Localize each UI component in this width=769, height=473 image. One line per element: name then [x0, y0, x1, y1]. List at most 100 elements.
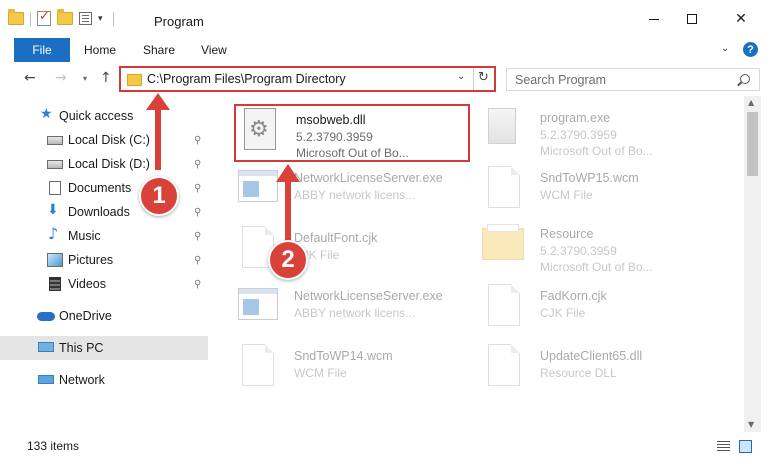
- file-name: Resource: [540, 227, 594, 241]
- file-name: msobweb.dll: [296, 113, 366, 127]
- file-item-updateclient65-dll[interactable]: UpdateClient65.dll Resource DLL: [480, 342, 720, 398]
- large-icons-view-icon[interactable]: [739, 440, 752, 453]
- network-icon: [38, 375, 54, 384]
- sidebar-item-label: Music: [68, 229, 101, 243]
- search-icon[interactable]: [740, 74, 750, 84]
- document-icon: [488, 344, 520, 386]
- sidebar-item-local-disk-d[interactable]: Local Disk (D:) ⚲: [0, 152, 208, 176]
- sidebar-item-label: Documents: [68, 181, 132, 195]
- address-path[interactable]: C:\Program Files\Program Directory: [147, 72, 346, 86]
- folder-icon: [127, 74, 142, 86]
- address-bar[interactable]: C:\Program Files\Program Directory ⌄ ↻: [119, 66, 496, 92]
- navigation-bar: ← → ▾ ↑ C:\Program Files\Program Directo…: [0, 62, 769, 96]
- recent-locations-dropdown[interactable]: ▾: [83, 74, 87, 83]
- file-item-msobweb-dll[interactable]: msobweb.dll 5.2.3790.3959 Microsoft Out …: [234, 104, 470, 162]
- file-name: DefaultFont.cjk: [294, 231, 378, 245]
- file-item-sndtowp14-wcm[interactable]: SndToWP14.wcm WCM File: [234, 342, 474, 398]
- file-description: Microsoft Out of Bo...: [296, 146, 409, 160]
- videos-icon: [49, 277, 61, 291]
- file-item-resource[interactable]: Resource 5.2.3790.3959 Microsoft Out of …: [480, 220, 720, 276]
- address-dropdown-icon[interactable]: ⌄: [457, 71, 465, 82]
- pin-icon[interactable]: ⚲: [194, 255, 201, 266]
- scroll-down-icon[interactable]: ▼: [748, 420, 754, 429]
- close-button[interactable]: ✕: [718, 0, 764, 38]
- address-divider: [473, 68, 474, 90]
- properties-check-icon[interactable]: [37, 9, 51, 26]
- new-folder-icon[interactable]: [57, 9, 73, 25]
- file-name: NetworkLicenseServer.exe: [294, 171, 443, 185]
- disk-icon: [47, 136, 63, 145]
- file-type: WCM File: [540, 188, 593, 202]
- sidebar-item-label: Pictures: [68, 253, 114, 267]
- file-name: NetworkLicenseServer.exe: [294, 289, 443, 303]
- file-name: program.exe: [540, 111, 611, 125]
- file-type: WCM File: [294, 366, 347, 380]
- sidebar-item-onedrive[interactable]: OneDrive: [0, 304, 208, 328]
- sidebar-item-videos[interactable]: Videos ⚲: [0, 272, 208, 296]
- pin-icon[interactable]: ⚲: [194, 183, 201, 194]
- up-button[interactable]: ↑: [100, 70, 112, 86]
- pin-icon[interactable]: ⚲: [194, 159, 201, 170]
- dll-file-icon: [244, 108, 276, 150]
- help-icon[interactable]: ?: [743, 42, 758, 57]
- file-item-program-exe[interactable]: program.exe 5.2.3790.3959 Microsoft Out …: [480, 104, 720, 160]
- star-icon: [40, 106, 56, 123]
- program-icon: [488, 108, 516, 144]
- ribbon: File Home Share View ⌄ ?: [0, 38, 769, 62]
- file-item-networklicenseserver-exe-2[interactable]: NetworkLicenseServer.exe ABBY network li…: [234, 282, 474, 338]
- sidebar-item-this-pc[interactable]: This PC: [0, 336, 208, 360]
- vertical-scrollbar[interactable]: ▲ ▼: [744, 96, 761, 432]
- file-item-sndtowp15-wcm[interactable]: SndToWP15.wcm WCM File: [480, 164, 720, 220]
- sidebar-item-label: Downloads: [68, 205, 130, 219]
- toolbar-divider: [112, 11, 114, 26]
- customize-toolbar-dropdown-icon[interactable]: ▾: [98, 14, 103, 24]
- file-version: 5.2.3790.3959: [540, 128, 617, 142]
- document-icon: [242, 344, 274, 386]
- file-version: 5.2.3790.3959: [296, 130, 373, 144]
- item-count: 133 items: [27, 439, 80, 453]
- step-1-callout: 1: [139, 176, 179, 216]
- pin-icon[interactable]: ⚲: [194, 135, 201, 146]
- search-input[interactable]: Search Program: [515, 73, 606, 87]
- sidebar-item-network[interactable]: Network: [0, 368, 208, 392]
- music-icon: [47, 224, 63, 243]
- title-bar: ▾ Program ✕: [0, 0, 769, 38]
- refresh-button[interactable]: ↻: [478, 70, 489, 85]
- sidebar-item-pictures[interactable]: Pictures ⚲: [0, 248, 208, 272]
- expand-ribbon-icon[interactable]: ⌄: [721, 43, 729, 54]
- file-item-networklicenseserver-exe[interactable]: NetworkLicenseServer.exe ABBY network li…: [234, 164, 474, 220]
- pin-icon[interactable]: ⚲: [194, 231, 201, 242]
- sidebar-item-label: Network: [59, 373, 105, 387]
- sidebar-item-label: Local Disk (D:): [68, 157, 150, 171]
- tab-view[interactable]: View: [201, 43, 227, 57]
- file-type: Resource DLL: [540, 366, 617, 380]
- maximize-button[interactable]: [669, 0, 715, 38]
- search-box[interactable]: Search Program: [506, 68, 760, 91]
- back-button[interactable]: ←: [24, 70, 36, 86]
- sidebar-item-music[interactable]: Music ⚲: [0, 224, 208, 248]
- scrollbar-thumb[interactable]: [747, 112, 758, 176]
- exe-icon: [238, 170, 278, 202]
- folder-icon: [482, 224, 524, 260]
- tab-file[interactable]: File: [14, 38, 70, 62]
- file-item-fadkorn-cjk[interactable]: FadKorn.cjk CJK File: [480, 282, 720, 338]
- pin-icon[interactable]: ⚲: [194, 279, 201, 290]
- disk-icon: [47, 160, 63, 169]
- this-pc-icon: [38, 342, 54, 352]
- sidebar-item-local-disk-c[interactable]: Local Disk (C:) ⚲: [0, 128, 208, 152]
- file-name: UpdateClient65.dll: [540, 349, 643, 363]
- pictures-icon: [47, 253, 63, 267]
- file-name: FadKorn.cjk: [540, 289, 607, 303]
- documents-icon: [49, 181, 61, 195]
- document-icon: [488, 166, 520, 208]
- minimize-icon: [649, 18, 659, 20]
- sidebar-item-quick-access[interactable]: Quick access: [0, 104, 208, 128]
- tab-share[interactable]: Share: [143, 43, 175, 57]
- file-description: Microsoft Out of Bo...: [540, 260, 653, 274]
- scroll-up-icon[interactable]: ▲: [748, 98, 754, 107]
- forward-button[interactable]: →: [55, 70, 67, 86]
- details-view-icon[interactable]: [717, 441, 730, 452]
- customize-view-icon[interactable]: [79, 12, 92, 25]
- tab-home[interactable]: Home: [84, 43, 116, 57]
- pin-icon[interactable]: ⚲: [194, 207, 201, 218]
